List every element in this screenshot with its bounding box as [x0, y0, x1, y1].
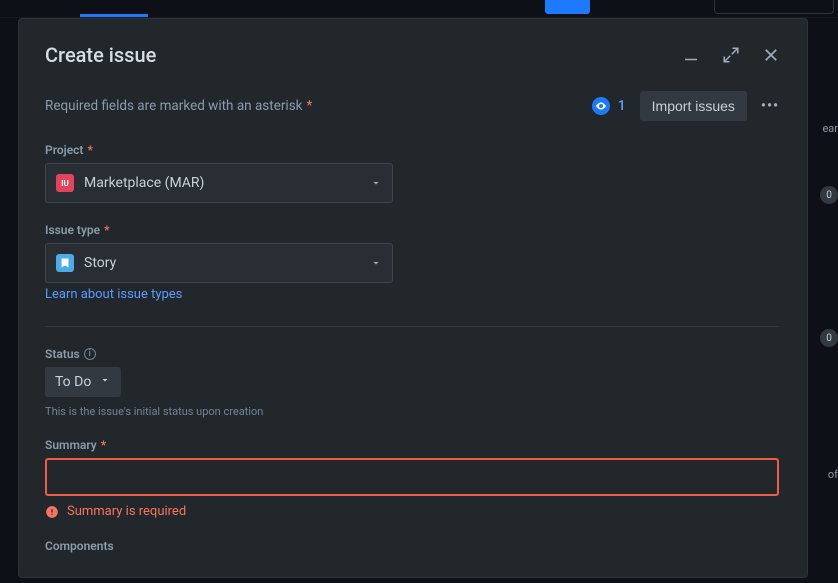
summary-field: Summary* Summary is required — [45, 438, 779, 519]
error-icon — [45, 505, 59, 519]
more-actions-button[interactable]: ••• — [761, 98, 779, 114]
story-icon — [56, 254, 74, 272]
chevron-down-icon — [370, 254, 382, 273]
eye-icon — [592, 97, 610, 115]
modal-body: Required fields are marked with an aster… — [19, 77, 805, 577]
status-field: Status i To Do This is the issue's initi… — [45, 347, 779, 418]
watch-count: 1 — [618, 98, 626, 114]
status-value: To Do — [55, 374, 91, 390]
minimize-icon — [682, 46, 700, 64]
chevron-down-icon — [99, 374, 111, 390]
status-select[interactable]: To Do — [45, 367, 121, 397]
modal-header: Create issue — [19, 19, 807, 77]
required-hint: Required fields are marked with an aster… — [45, 98, 312, 114]
status-help: This is the issue's initial status upon … — [45, 405, 779, 418]
learn-issue-types-link[interactable]: Learn about issue types — [45, 287, 182, 302]
create-issue-modal: Create issue Required fields are marked … — [18, 18, 808, 578]
import-issues-button[interactable]: Import issues — [640, 91, 747, 121]
project-value: Marketplace (MAR) — [84, 175, 370, 191]
project-field: Project* IU Marketplace (MAR) — [45, 143, 779, 203]
summary-error: Summary is required — [45, 504, 779, 519]
expand-icon — [722, 46, 740, 64]
expand-button[interactable] — [721, 45, 741, 65]
divider — [45, 326, 779, 327]
close-icon — [762, 46, 780, 64]
watch-toggle[interactable]: 1 — [592, 97, 626, 115]
issue-type-field: Issue type* Story Learn about issue type… — [45, 223, 779, 302]
components-field: Components — [45, 539, 779, 553]
issue-type-select[interactable]: Story — [45, 243, 393, 283]
chevron-down-icon — [370, 174, 382, 193]
minimize-button[interactable] — [681, 45, 701, 65]
project-select[interactable]: IU Marketplace (MAR) — [45, 163, 393, 203]
issue-type-value: Story — [84, 255, 370, 271]
modal-title: Create issue — [45, 43, 156, 67]
project-avatar-icon: IU — [56, 174, 74, 192]
close-button[interactable] — [761, 45, 781, 65]
summary-input[interactable] — [45, 458, 779, 496]
info-icon[interactable]: i — [84, 348, 96, 360]
